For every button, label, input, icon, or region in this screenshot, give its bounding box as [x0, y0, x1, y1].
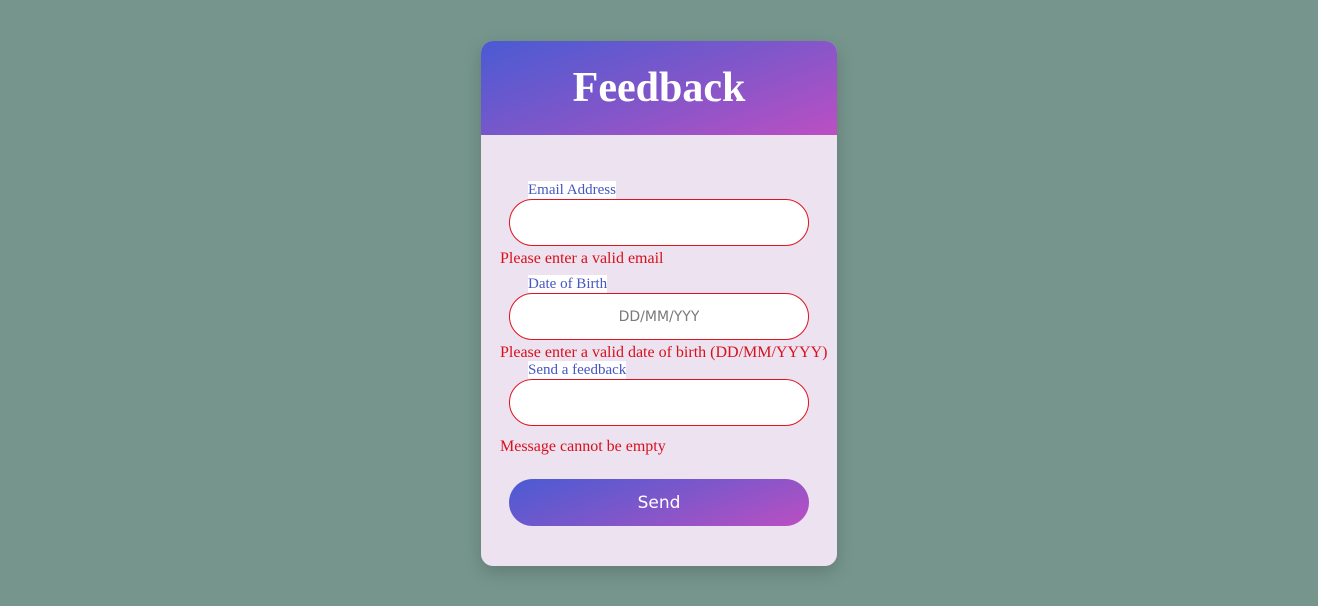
card-header: Feedback: [481, 41, 837, 135]
feedback-field-group: Send a feedback Message cannot be empty: [500, 361, 809, 455]
feedback-error-message: Message cannot be empty: [500, 438, 666, 455]
date-of-birth-field[interactable]: [509, 293, 809, 340]
feedback-label: Send a feedback: [528, 361, 627, 379]
page-title: Feedback: [572, 65, 746, 111]
email-field-group: Email Address Please enter a valid email: [500, 181, 809, 267]
date-of-birth-label: Date of Birth: [528, 275, 608, 293]
date-of-birth-error-message: Please enter a valid date of birth (DD/M…: [500, 344, 828, 361]
email-label: Email Address: [528, 181, 616, 199]
feedback-field[interactable]: [509, 379, 809, 426]
send-button[interactable]: Send: [509, 479, 809, 526]
email-error-message: Please enter a valid email: [500, 250, 664, 267]
feedback-card: Feedback Email Address Please enter a va…: [481, 41, 837, 566]
email-field[interactable]: [509, 199, 809, 246]
dob-field-group: Date of Birth Please enter a valid date …: [500, 275, 827, 361]
